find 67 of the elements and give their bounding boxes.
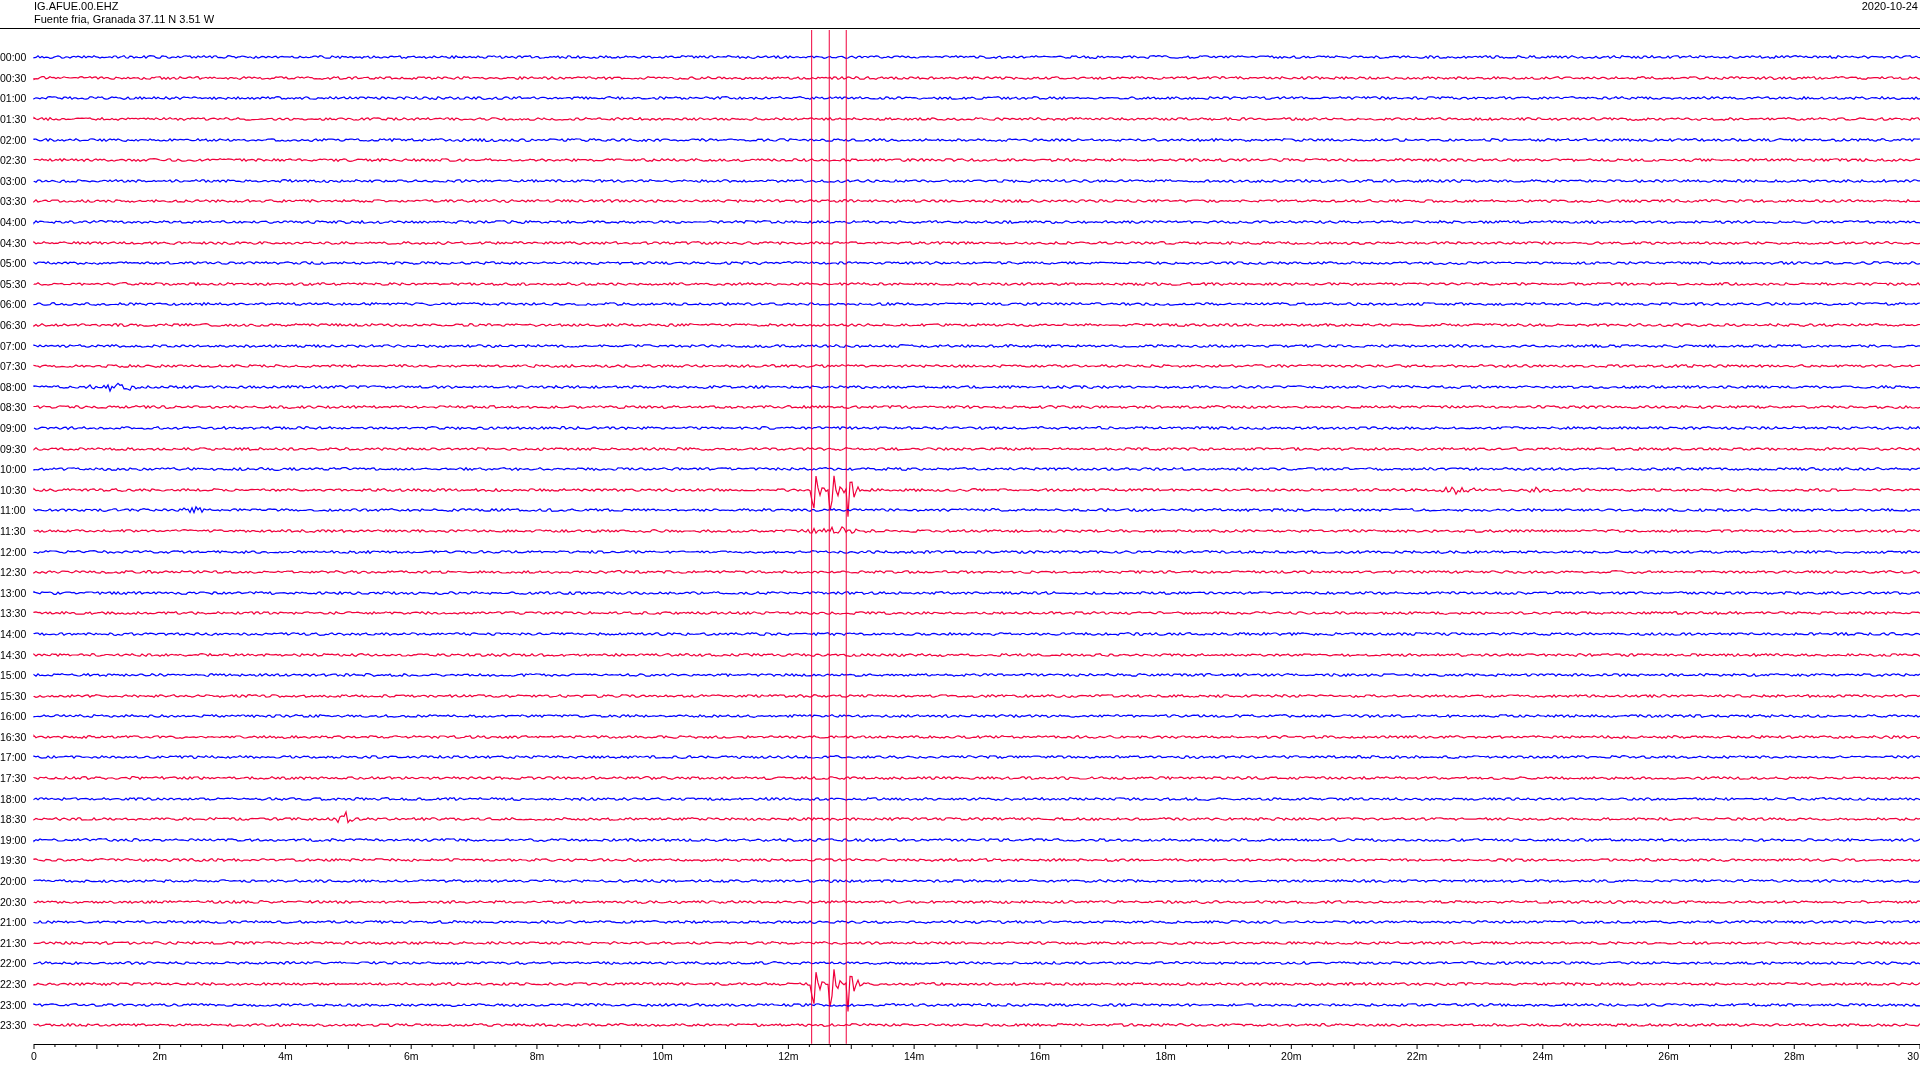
- time-label: 00:30: [0, 71, 28, 84]
- time-label: 03:00: [0, 174, 28, 187]
- time-label: 15:30: [0, 689, 28, 702]
- time-label: 13:00: [0, 586, 28, 599]
- time-label: 05:00: [0, 257, 28, 270]
- time-label: 06:00: [0, 298, 28, 311]
- time-label: 04:30: [0, 236, 28, 249]
- time-label: 19:30: [0, 854, 28, 867]
- x-axis-label: 6m: [403, 1049, 419, 1062]
- time-label: 16:00: [0, 710, 28, 723]
- x-axis-label: 28m: [1784, 1049, 1805, 1062]
- time-label: 08:00: [0, 380, 28, 393]
- time-label: 02:30: [0, 154, 28, 167]
- x-axis-label: 10m: [652, 1049, 673, 1062]
- station-code: IG.AFUE.00.EHZ: [34, 0, 120, 13]
- time-label: 02:00: [0, 133, 28, 146]
- time-label: 11:00: [0, 504, 27, 517]
- time-label: 12:30: [0, 566, 28, 579]
- time-label: 09:30: [0, 442, 28, 455]
- time-label: 22:00: [0, 957, 28, 970]
- x-axis-label: 30: [1907, 1049, 1919, 1062]
- x-axis-label: 2m: [152, 1049, 168, 1062]
- time-label: 07:30: [0, 360, 28, 373]
- time-label: 05:30: [0, 277, 28, 290]
- time-label: 18:30: [0, 813, 28, 826]
- time-label: 17:30: [0, 772, 28, 785]
- x-axis-label: 12m: [778, 1049, 799, 1062]
- x-axis-label: 18m: [1155, 1049, 1176, 1062]
- time-label: 10:00: [0, 463, 28, 476]
- time-label: 07:00: [0, 339, 28, 352]
- time-label: 00:00: [0, 51, 28, 64]
- time-label: 20:00: [0, 875, 28, 888]
- time-label: 20:30: [0, 895, 28, 908]
- time-label: 16:30: [0, 730, 28, 743]
- time-label: 22:30: [0, 978, 28, 990]
- time-label: 04:00: [0, 216, 28, 229]
- time-label: 13:30: [0, 607, 28, 620]
- x-axis-label: 4m: [278, 1049, 293, 1062]
- x-axis-label: 16m: [1029, 1049, 1051, 1062]
- time-label: 15:00: [0, 669, 28, 682]
- x-axis-label: 22m: [1406, 1049, 1428, 1062]
- time-label: 14:30: [0, 648, 28, 661]
- time-label: 01:30: [0, 113, 28, 126]
- time-label: 12:00: [0, 545, 28, 558]
- x-axis-label: 26m: [1658, 1049, 1679, 1062]
- time-label: 17:00: [0, 751, 28, 764]
- time-label: 21:30: [0, 936, 28, 949]
- time-label: 06:30: [0, 319, 28, 331]
- time-label: 23:30: [0, 1019, 28, 1032]
- x-axis-label: 24m: [1532, 1049, 1553, 1062]
- time-label: 11:30: [0, 524, 27, 537]
- x-axis-label: 0: [31, 1049, 37, 1062]
- x-axis-label: 14m: [903, 1049, 925, 1062]
- station-location: Fuente fria, Granada 37.11 N 3.51 W: [34, 13, 215, 26]
- time-label: 19:00: [0, 833, 28, 846]
- time-label: 18:00: [0, 792, 28, 805]
- time-label: 01:00: [0, 92, 28, 105]
- time-label: 09:00: [0, 422, 28, 434]
- time-label: 14:00: [0, 627, 28, 640]
- time-label: 23:00: [0, 998, 28, 1011]
- x-axis-label: 8m: [529, 1049, 545, 1062]
- time-label: 03:30: [0, 195, 28, 208]
- time-label: 21:00: [0, 916, 28, 929]
- x-axis-label: 20m: [1281, 1049, 1302, 1062]
- record-date: 2020-10-24: [1861, 0, 1919, 13]
- time-label: 08:30: [0, 401, 28, 414]
- time-label: 10:30: [0, 483, 28, 496]
